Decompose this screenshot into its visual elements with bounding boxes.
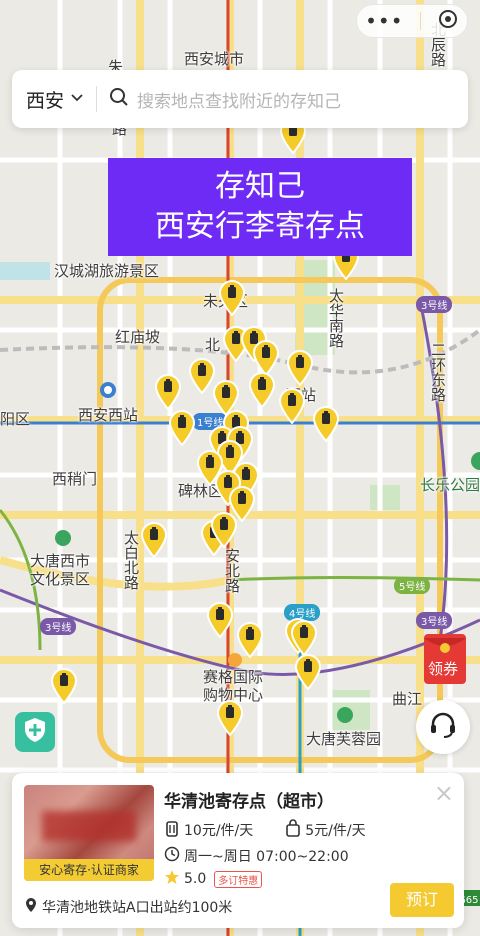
- banner-title: 存知己: [215, 169, 305, 204]
- city-selector[interactable]: 西安: [26, 86, 84, 113]
- city-name: 西安: [26, 89, 65, 112]
- metro-line-badge: 3号线: [416, 296, 453, 313]
- banner-subtitle: 西安行李寄存点: [155, 209, 365, 244]
- map-label: 汉城湖旅游景区: [54, 262, 160, 280]
- shield-plus-icon: [23, 717, 47, 747]
- promo-banner: 存知己 西安行李寄存点: [108, 158, 412, 256]
- location-card[interactable]: 安心寄存·认证商家 华清池寄存点（超市） × 10元/件/天 5元/件/天 周一…: [12, 773, 464, 928]
- map-label: 红庙坡: [115, 328, 161, 346]
- chevron-down-icon: [70, 88, 84, 110]
- map-label: 大唐芙蓉园: [306, 730, 382, 748]
- rating-row: 5.0 多订特惠: [164, 869, 263, 889]
- storage-location-pin[interactable]: [278, 388, 306, 425]
- price-row: 10元/件/天 5元/件/天: [164, 819, 366, 841]
- storage-location-pin[interactable]: [218, 280, 246, 317]
- capsule-divider: [419, 12, 421, 30]
- close-icon[interactable]: ×: [434, 779, 454, 807]
- customer-service-button[interactable]: [416, 700, 470, 754]
- promo-badge: 多订特惠: [214, 870, 263, 888]
- storage-location-pin[interactable]: [154, 374, 182, 411]
- storage-location-pin[interactable]: [216, 700, 244, 737]
- search-input[interactable]: 搜索地点查找附近的存知己: [137, 87, 341, 112]
- address-text: 华清池地铁站A口出站约100米: [42, 900, 233, 916]
- map-label: 曲江: [392, 690, 423, 708]
- headset-icon: [428, 710, 458, 744]
- metro-line-badge: 3号线: [40, 618, 77, 635]
- storage-location-pin[interactable]: [140, 522, 168, 559]
- book-button[interactable]: 预订: [390, 883, 454, 917]
- store-title: 华清池寄存点（超市）: [164, 792, 334, 812]
- certified-tag: 安心寄存·认证商家: [24, 859, 154, 881]
- close-target-icon[interactable]: [437, 8, 459, 34]
- storage-location-pin[interactable]: [206, 602, 234, 639]
- capsule-menu: •••: [356, 4, 468, 38]
- insurance-button[interactable]: [15, 712, 55, 752]
- map-label: 长乐公园: [420, 476, 480, 494]
- address-row: 华清池地铁站A口出站约100米: [24, 897, 232, 917]
- metro-line-badge: 5号线: [394, 577, 431, 594]
- map-label: 西安西站: [78, 406, 139, 424]
- small-bag-icon: [285, 819, 301, 841]
- map-label: 西安城市: [184, 50, 245, 68]
- storage-location-pin[interactable]: [252, 340, 280, 377]
- map-label: 西稍门: [52, 470, 98, 488]
- map-label: 赛格国际购物中心: [203, 668, 264, 704]
- map-label: 二环东路: [429, 342, 447, 402]
- storage-location-pin[interactable]: [210, 512, 238, 549]
- map-label: 北: [205, 336, 221, 354]
- store-sign-blur: [42, 811, 136, 841]
- storage-location-pin[interactable]: [236, 622, 264, 659]
- price-large: 10元/件/天: [184, 823, 254, 839]
- map-label: 阳区: [0, 410, 31, 428]
- more-button[interactable]: •••: [365, 9, 403, 33]
- search-bar: 西安 搜索地点查找附近的存知己: [12, 70, 468, 128]
- search-divider: [96, 86, 98, 112]
- metro-line-badge: 3号线: [416, 612, 453, 629]
- storage-location-pin[interactable]: [312, 406, 340, 443]
- storage-location-pin[interactable]: [168, 410, 196, 447]
- map-label: 太白北路: [122, 530, 140, 590]
- map-label: 太华南路: [327, 288, 345, 348]
- storage-location-pin[interactable]: [248, 372, 276, 409]
- search-icon: [109, 87, 129, 111]
- rating-value: 5.0: [184, 871, 207, 887]
- star-icon: [164, 869, 180, 889]
- clock-icon: [164, 846, 180, 866]
- store-photo: 安心寄存·认证商家: [24, 785, 154, 881]
- location-pin-icon: [24, 897, 38, 917]
- hours-row: 周一~周日 07:00~22:00: [164, 846, 349, 866]
- coupon-label: 领券: [428, 660, 458, 678]
- large-luggage-icon: [164, 819, 180, 841]
- storage-location-pin[interactable]: [50, 668, 78, 705]
- storage-location-pin[interactable]: [286, 350, 314, 387]
- coupon-red-envelope[interactable]: 领券: [420, 628, 472, 688]
- business-hours: 周一~周日 07:00~22:00: [184, 849, 349, 865]
- storage-location-pin[interactable]: [290, 620, 318, 657]
- storage-location-pin[interactable]: [294, 654, 322, 691]
- price-small: 5元/件/天: [305, 823, 366, 839]
- map-label: 大唐西市文化景区: [30, 552, 91, 588]
